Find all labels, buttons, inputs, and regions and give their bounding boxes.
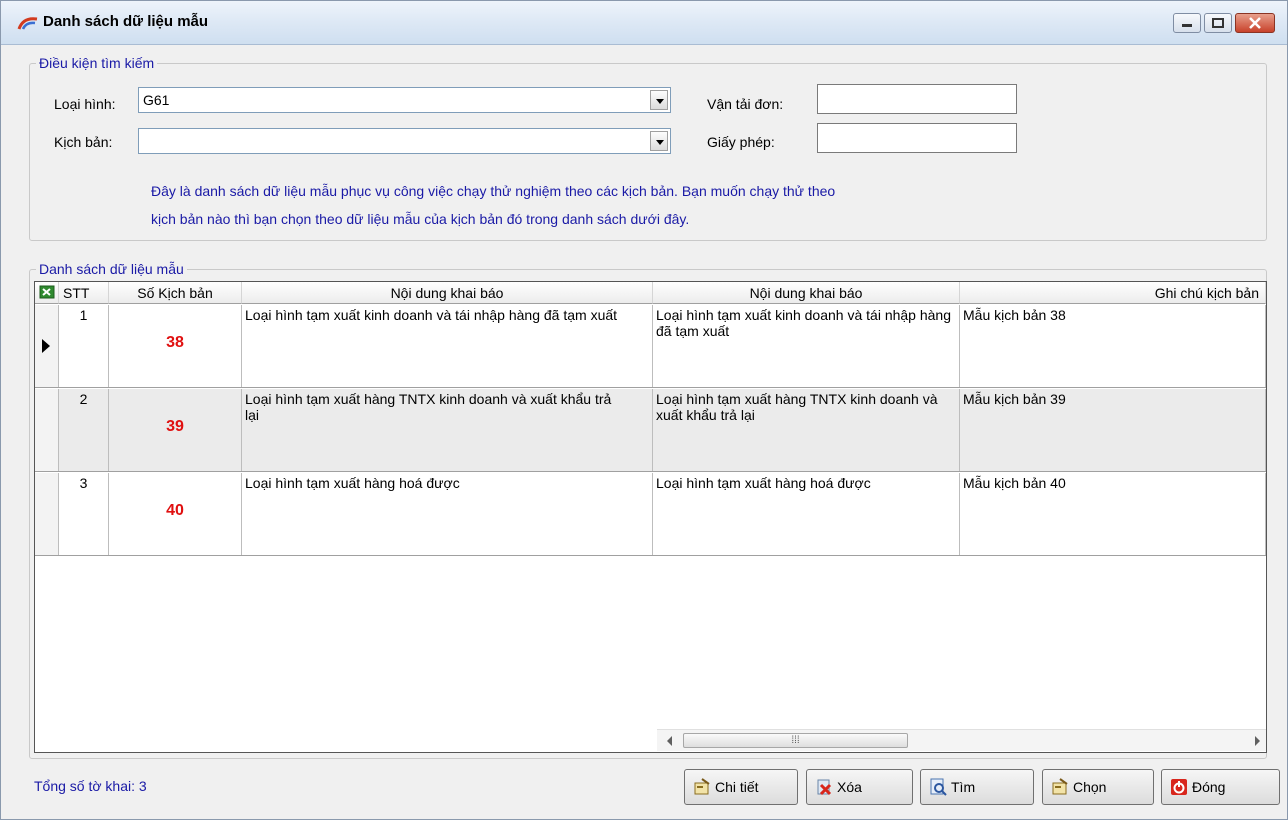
row-pointer-icon — [42, 339, 50, 353]
cell-stt[interactable]: 2 — [59, 389, 109, 471]
giay-phep-label: Giấy phép: — [707, 134, 775, 150]
info-line-2: kịch bản nào thì bạn chọn theo dữ liệu m… — [151, 211, 690, 227]
search-conditions-legend: Điều kiện tìm kiếm — [36, 55, 158, 71]
kich-ban-select[interactable] — [138, 128, 671, 154]
dropdown-arrow-icon[interactable] — [650, 90, 668, 110]
app-icon — [17, 17, 38, 30]
dropdown-arrow-icon[interactable] — [650, 131, 668, 151]
loai-hinh-label: Loại hình: — [54, 96, 116, 112]
select-icon — [1052, 778, 1068, 795]
loai-hinh-select[interactable]: G61 — [138, 87, 671, 113]
table-row[interactable]: 2 39 Loại hình tạm xuất hàng TNTX kinh d… — [35, 389, 1266, 472]
minimize-button[interactable] — [1173, 13, 1201, 33]
main-window: Danh sách dữ liệu mẫu Điều kiện tìm kiếm… — [0, 0, 1288, 820]
cell-so-kich-ban[interactable]: 40 — [109, 473, 242, 555]
select-button[interactable]: Chọn — [1042, 769, 1154, 805]
cell-stt[interactable]: 3 — [59, 473, 109, 555]
scrollbar-thumb[interactable]: ⁞⁞⁞ — [683, 733, 908, 748]
find-button-label: Tìm — [951, 779, 976, 795]
cell-noi-dung-1[interactable]: Loại hình tạm xuất hàng hoá được — [242, 473, 653, 555]
column-header-noi-dung-2[interactable]: Nội dung khai báo — [653, 282, 960, 304]
horizontal-scrollbar[interactable]: ⁞⁞⁞ — [657, 729, 1266, 751]
minimize-icon — [1182, 24, 1192, 27]
maximize-button[interactable] — [1204, 13, 1232, 33]
delete-icon — [817, 779, 832, 796]
close-icon — [1249, 17, 1261, 29]
data-grid[interactable]: STT Số Kịch bản Nội dung khai báo Nội du… — [34, 281, 1267, 753]
find-icon — [930, 778, 947, 796]
select-button-label: Chọn — [1073, 779, 1107, 795]
cell-noi-dung-1[interactable]: Loại hình tạm xuất hàng TNTX kinh doanh … — [242, 389, 653, 471]
table-row[interactable]: 3 40 Loại hình tạm xuất hàng hoá được Lo… — [35, 473, 1266, 556]
info-text: Đây là danh sách dữ liệu mẫu phục vụ côn… — [151, 177, 1031, 233]
cell-so-kich-ban[interactable]: 38 — [109, 305, 242, 387]
column-header-so-kich-ban[interactable]: Số Kịch bản — [109, 282, 242, 304]
info-line-1: Đây là danh sách dữ liệu mẫu phục vụ côn… — [151, 183, 836, 199]
van-tai-don-input[interactable] — [817, 84, 1017, 114]
detail-icon — [694, 778, 710, 795]
detail-button[interactable]: Chi tiết — [684, 769, 798, 805]
row-selector[interactable] — [35, 473, 59, 555]
table-row[interactable]: 1 38 Loại hình tạm xuất kinh doanh và tá… — [35, 305, 1266, 388]
window-title: Danh sách dữ liệu mẫu — [43, 13, 209, 30]
close-window-button[interactable] — [1235, 13, 1275, 33]
column-header-noi-dung-1[interactable]: Nội dung khai báo — [242, 282, 653, 304]
cell-ghi-chu[interactable]: Mẫu kịch bản 40 — [960, 473, 1266, 555]
kich-ban-label: Kịch bản: — [54, 134, 113, 150]
van-tai-don-label: Vận tải đơn: — [707, 96, 784, 112]
column-header-stt[interactable]: STT — [59, 282, 109, 304]
cell-noi-dung-2[interactable]: Loại hình tạm xuất kinh doanh và tái nhậ… — [653, 305, 960, 387]
cell-noi-dung-2[interactable]: Loại hình tạm xuất hàng TNTX kinh doanh … — [653, 389, 960, 471]
close-button-label: Đóng — [1192, 779, 1226, 795]
total-count-label: Tổng số tờ khai: 3 — [34, 778, 147, 794]
scroll-right-icon[interactable] — [1252, 734, 1262, 748]
title-bar[interactable]: Danh sách dữ liệu mẫu — [1, 1, 1287, 45]
scroll-left-icon[interactable] — [665, 734, 675, 748]
delete-button-label: Xóa — [837, 779, 862, 795]
loai-hinh-value: G61 — [143, 92, 170, 108]
close-icon — [1171, 779, 1187, 795]
row-selector[interactable] — [35, 305, 59, 387]
excel-icon[interactable] — [39, 285, 55, 299]
find-button[interactable]: Tìm — [920, 769, 1034, 805]
cell-ghi-chu[interactable]: Mẫu kịch bản 38 — [960, 305, 1266, 387]
row-selector[interactable] — [35, 389, 59, 471]
grid-corner[interactable] — [35, 282, 59, 304]
maximize-icon — [1212, 18, 1224, 28]
close-button[interactable]: Đóng — [1161, 769, 1280, 805]
delete-button[interactable]: Xóa — [806, 769, 913, 805]
cell-stt[interactable]: 1 — [59, 305, 109, 387]
column-header-ghi-chu[interactable]: Ghi chú kịch bản — [960, 282, 1266, 304]
detail-button-label: Chi tiết — [715, 779, 759, 795]
giay-phep-input[interactable] — [817, 123, 1017, 153]
cell-so-kich-ban[interactable]: 39 — [109, 389, 242, 471]
cell-noi-dung-1[interactable]: Loại hình tạm xuất kinh doanh và tái nhậ… — [242, 305, 653, 387]
cell-noi-dung-2[interactable]: Loại hình tạm xuất hàng hoá được — [653, 473, 960, 555]
cell-ghi-chu[interactable]: Mẫu kịch bản 39 — [960, 389, 1266, 471]
list-legend: Danh sách dữ liệu mẫu — [36, 261, 187, 277]
